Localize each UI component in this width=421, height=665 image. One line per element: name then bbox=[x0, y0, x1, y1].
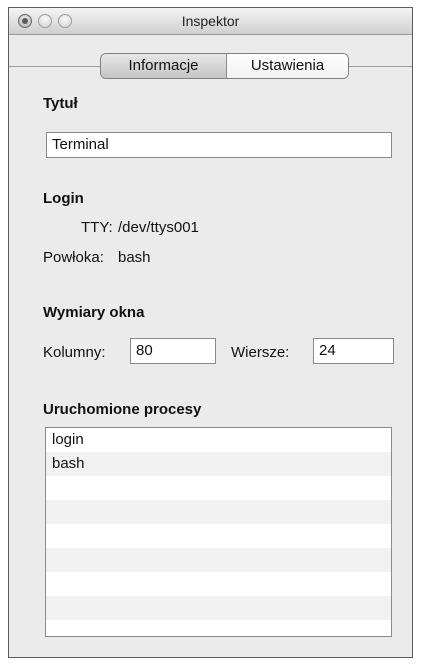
list-item bbox=[46, 476, 391, 500]
list-item[interactable]: bash bbox=[46, 452, 391, 476]
shell-value: bash bbox=[118, 249, 151, 266]
login-heading: Login bbox=[43, 190, 84, 207]
tab-info[interactable]: Informacje bbox=[101, 54, 227, 78]
process-list[interactable]: login bash bbox=[45, 427, 392, 637]
rows-input[interactable]: 24 bbox=[313, 338, 394, 364]
dimensions-heading: Wymiary okna bbox=[43, 304, 145, 321]
title-heading: Tytuł bbox=[43, 95, 78, 112]
columns-input[interactable]: 80 bbox=[130, 338, 216, 364]
list-item bbox=[46, 572, 391, 596]
shell-label: Powłoka: bbox=[43, 249, 104, 266]
list-item bbox=[46, 596, 391, 620]
list-item[interactable]: login bbox=[46, 428, 391, 452]
tab-settings[interactable]: Ustawienia bbox=[227, 54, 348, 78]
title-bar[interactable]: Inspektor bbox=[9, 8, 412, 35]
tty-value: /dev/ttys001 bbox=[118, 219, 199, 236]
tab-control: Informacje Ustawienia bbox=[100, 53, 349, 79]
rows-label: Wiersze: bbox=[231, 344, 290, 361]
list-item bbox=[46, 548, 391, 572]
list-item bbox=[46, 524, 391, 548]
processes-heading: Uruchomione procesy bbox=[43, 401, 202, 418]
tty-label: TTY: bbox=[81, 219, 113, 236]
title-input[interactable]: Terminal bbox=[46, 132, 392, 158]
columns-label: Kolumny: bbox=[43, 344, 106, 361]
inspector-window: Inspektor Informacje Ustawienia Tytuł Te… bbox=[8, 7, 413, 658]
window-title: Inspektor bbox=[181, 13, 240, 29]
list-item bbox=[46, 500, 391, 524]
